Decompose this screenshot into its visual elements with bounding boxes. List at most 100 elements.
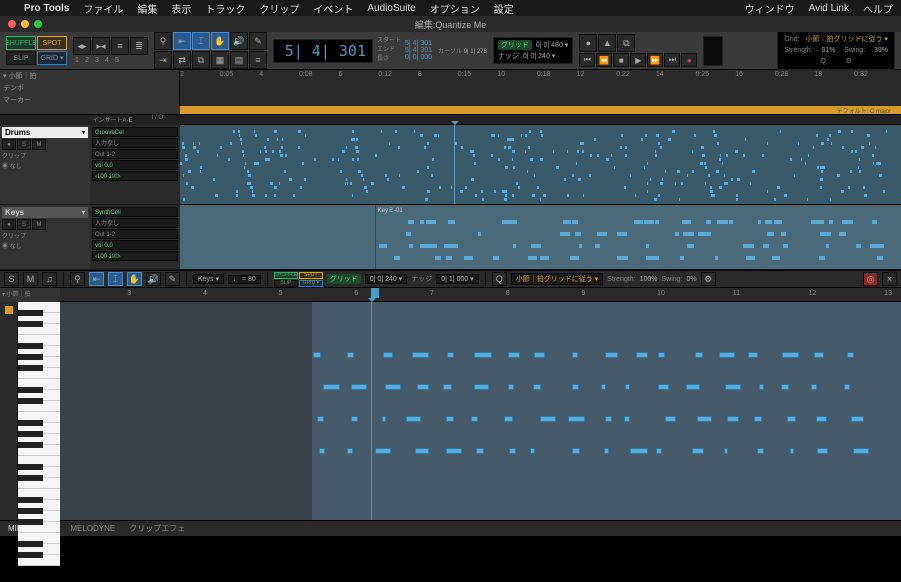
track-view-clip[interactable]: クリップ [2, 231, 88, 240]
quantize-grid-select[interactable]: 小節｜拍グリッドに従う ▾ [806, 34, 888, 45]
zoom-in-h-icon[interactable]: ▸◂ [92, 37, 110, 55]
track-color-swatch[interactable] [5, 306, 13, 314]
record-icon[interactable]: ● [681, 53, 697, 67]
midi-track-select[interactable]: Keys ▾ [193, 274, 224, 284]
zoom-out-h-icon[interactable]: ◂▸ [73, 37, 91, 55]
menu-track[interactable]: トラック [205, 1, 245, 16]
solo-button[interactable]: S [17, 139, 31, 150]
mirrored-midi-icon[interactable]: ▤ [230, 51, 248, 69]
scrubber-tool-icon[interactable]: 🔊 [230, 32, 248, 50]
midi-strength-value[interactable]: 100% [640, 276, 658, 283]
output-slot[interactable]: Out 1-2 [92, 229, 178, 239]
midi-nudge-value[interactable]: 0| 1| 000 ▾ [436, 274, 478, 284]
close-button[interactable] [8, 20, 16, 28]
gte-icon[interactable]: ⏭ [664, 53, 680, 67]
menu-file[interactable]: ファイル [83, 1, 123, 16]
midi-slip-mode[interactable]: SLIP [274, 280, 298, 287]
midi-swing-value[interactable]: 0% [687, 276, 697, 283]
key-signature-lane[interactable]: デフォルト: C major [180, 106, 901, 114]
solo-button[interactable]: S [17, 219, 31, 230]
menu-event[interactable]: イベント [313, 1, 353, 16]
sel-start[interactable]: 5| 4| 301 [405, 40, 432, 47]
tempo-ruler[interactable] [180, 82, 901, 94]
quantize-strength[interactable]: 91% [822, 45, 836, 56]
midi-target-icon[interactable]: ◎ [863, 272, 878, 286]
menu-audiosuite[interactable]: AudioSuite [367, 3, 415, 14]
zoom-preset-2[interactable]: 2 [83, 57, 91, 64]
insert-slot[interactable]: GrooveCel [92, 127, 178, 137]
app-name[interactable]: Pro Tools [24, 3, 69, 14]
track-head-drums[interactable]: Drums▾ ● S M クリップ ◉ なし GrooveCel 入力なし Ou… [0, 125, 180, 205]
insert-slot[interactable]: SynthCell [92, 207, 178, 217]
drums-lane[interactable] [180, 125, 901, 205]
vol-slot[interactable]: vol 0.0 [92, 160, 178, 170]
input-slot[interactable]: 入力なし [92, 218, 178, 228]
ff-icon[interactable]: ⏩ [647, 53, 663, 67]
midi-tempo[interactable]: ♩ = 80 [228, 275, 261, 284]
zoom-preset-4[interactable]: 4 [103, 57, 111, 64]
minimize-button[interactable] [21, 20, 29, 28]
zoomer-tool-icon[interactable]: ⚲ [154, 32, 172, 50]
mute-button[interactable]: M [32, 139, 46, 150]
pan-slot[interactable]: ‹100 100› [92, 171, 178, 181]
mute-button[interactable]: M [32, 219, 46, 230]
marker-ruler[interactable] [180, 94, 901, 106]
zoom-preset-5[interactable]: 5 [113, 57, 121, 64]
grabber-tool-icon[interactable]: ✋ [211, 32, 229, 50]
slip-mode[interactable]: SLIP [6, 51, 36, 65]
zoom-preset-3[interactable]: 3 [93, 57, 101, 64]
selector-tool-icon[interactable]: ⌶ [192, 32, 210, 50]
ruler-tempo-head[interactable]: テンポ [0, 82, 180, 94]
link-track-icon[interactable]: ⧉ [192, 51, 210, 69]
midi-selector-icon[interactable]: ⌶ [108, 272, 123, 286]
quantize-settings-icon[interactable]: ⚙ [846, 56, 852, 67]
ruler-bars-beats-head[interactable]: ▾ 小節｜拍 [0, 70, 180, 82]
midi-spot-mode[interactable]: SPOT [299, 272, 323, 279]
midi-solo-icon[interactable]: S [4, 272, 19, 286]
record-arm-button[interactable]: ● [2, 139, 16, 150]
zoom-v-midi-icon[interactable]: ≣ [130, 37, 148, 55]
zoom-v-audio-icon[interactable]: ≡ [111, 37, 129, 55]
menu-view[interactable]: 表示 [171, 1, 191, 16]
spot-mode[interactable]: SPOT [37, 36, 67, 50]
layered-editing-icon[interactable]: ≡ [249, 51, 267, 69]
midi-pencil-icon[interactable]: ✎ [165, 272, 180, 286]
midi-grabber-icon[interactable]: ✋ [127, 272, 142, 286]
shuffle-mode[interactable]: SHUFFLE [6, 36, 36, 50]
grid-value[interactable]: 0| 0| 480 ▾ [536, 41, 568, 49]
menu-option[interactable]: オプション [430, 1, 480, 16]
midi-shuffle-mode[interactable]: SHUFFLE [274, 272, 298, 279]
midi-grid-pill[interactable]: グリッド [327, 274, 361, 284]
stop-icon[interactable]: ■ [613, 53, 629, 67]
grid-pill[interactable]: グリッド [498, 40, 532, 50]
midi-quantize-grid[interactable]: 小節｜拍グリッドに従う ▾ [511, 273, 603, 285]
rewind-icon[interactable]: ⏪ [596, 53, 612, 67]
zoom-preset-1[interactable]: 1 [73, 57, 81, 64]
track-menu-icon[interactable]: ▾ [81, 129, 85, 136]
midi-mute-icon[interactable]: M [23, 272, 38, 286]
main-counter[interactable]: 5| 4| 301 [273, 39, 373, 63]
menu-settings[interactable]: 設定 [494, 1, 514, 16]
link-timeline-icon[interactable]: ⇄ [173, 51, 191, 69]
midi-scrub-icon[interactable]: 🔊 [146, 272, 161, 286]
wait-note-icon[interactable]: ● [579, 34, 597, 52]
clip-area[interactable]: Keyミ-01 [180, 115, 901, 270]
midi-quantize-settings-icon[interactable]: ⚙ [701, 272, 716, 286]
menu-clip[interactable]: クリップ [259, 1, 299, 16]
metronome-icon[interactable]: ▲ [598, 34, 616, 52]
insertion-follows-icon[interactable]: ▦ [211, 51, 229, 69]
tab-melodyne[interactable]: MELODYNE [70, 524, 115, 533]
track-automation-none[interactable]: ◉ なし [2, 161, 88, 170]
menu-avidlink[interactable]: Avid Link [809, 3, 849, 14]
midi-quantize-icon[interactable]: Q [492, 272, 507, 286]
midi-merge-icon[interactable]: ⧉ [617, 34, 635, 52]
menu-window[interactable]: ウィンドウ [745, 1, 795, 16]
track-automation-none[interactable]: ◉ なし [2, 241, 88, 250]
midi-grid-value[interactable]: 0| 0| 240 ▾ [365, 274, 407, 284]
vol-slot[interactable]: vol 0.0 [92, 240, 178, 250]
record-arm-button[interactable]: ● [2, 219, 16, 230]
track-menu-icon[interactable]: ▾ [81, 209, 85, 216]
timeline-ruler[interactable]: 20:0540:0860:1280:15100:18120:22140:2516… [180, 70, 901, 82]
sel-end[interactable]: 5| 4| 301 [405, 47, 432, 54]
ruler-marker-head[interactable]: マーカー [0, 94, 180, 106]
